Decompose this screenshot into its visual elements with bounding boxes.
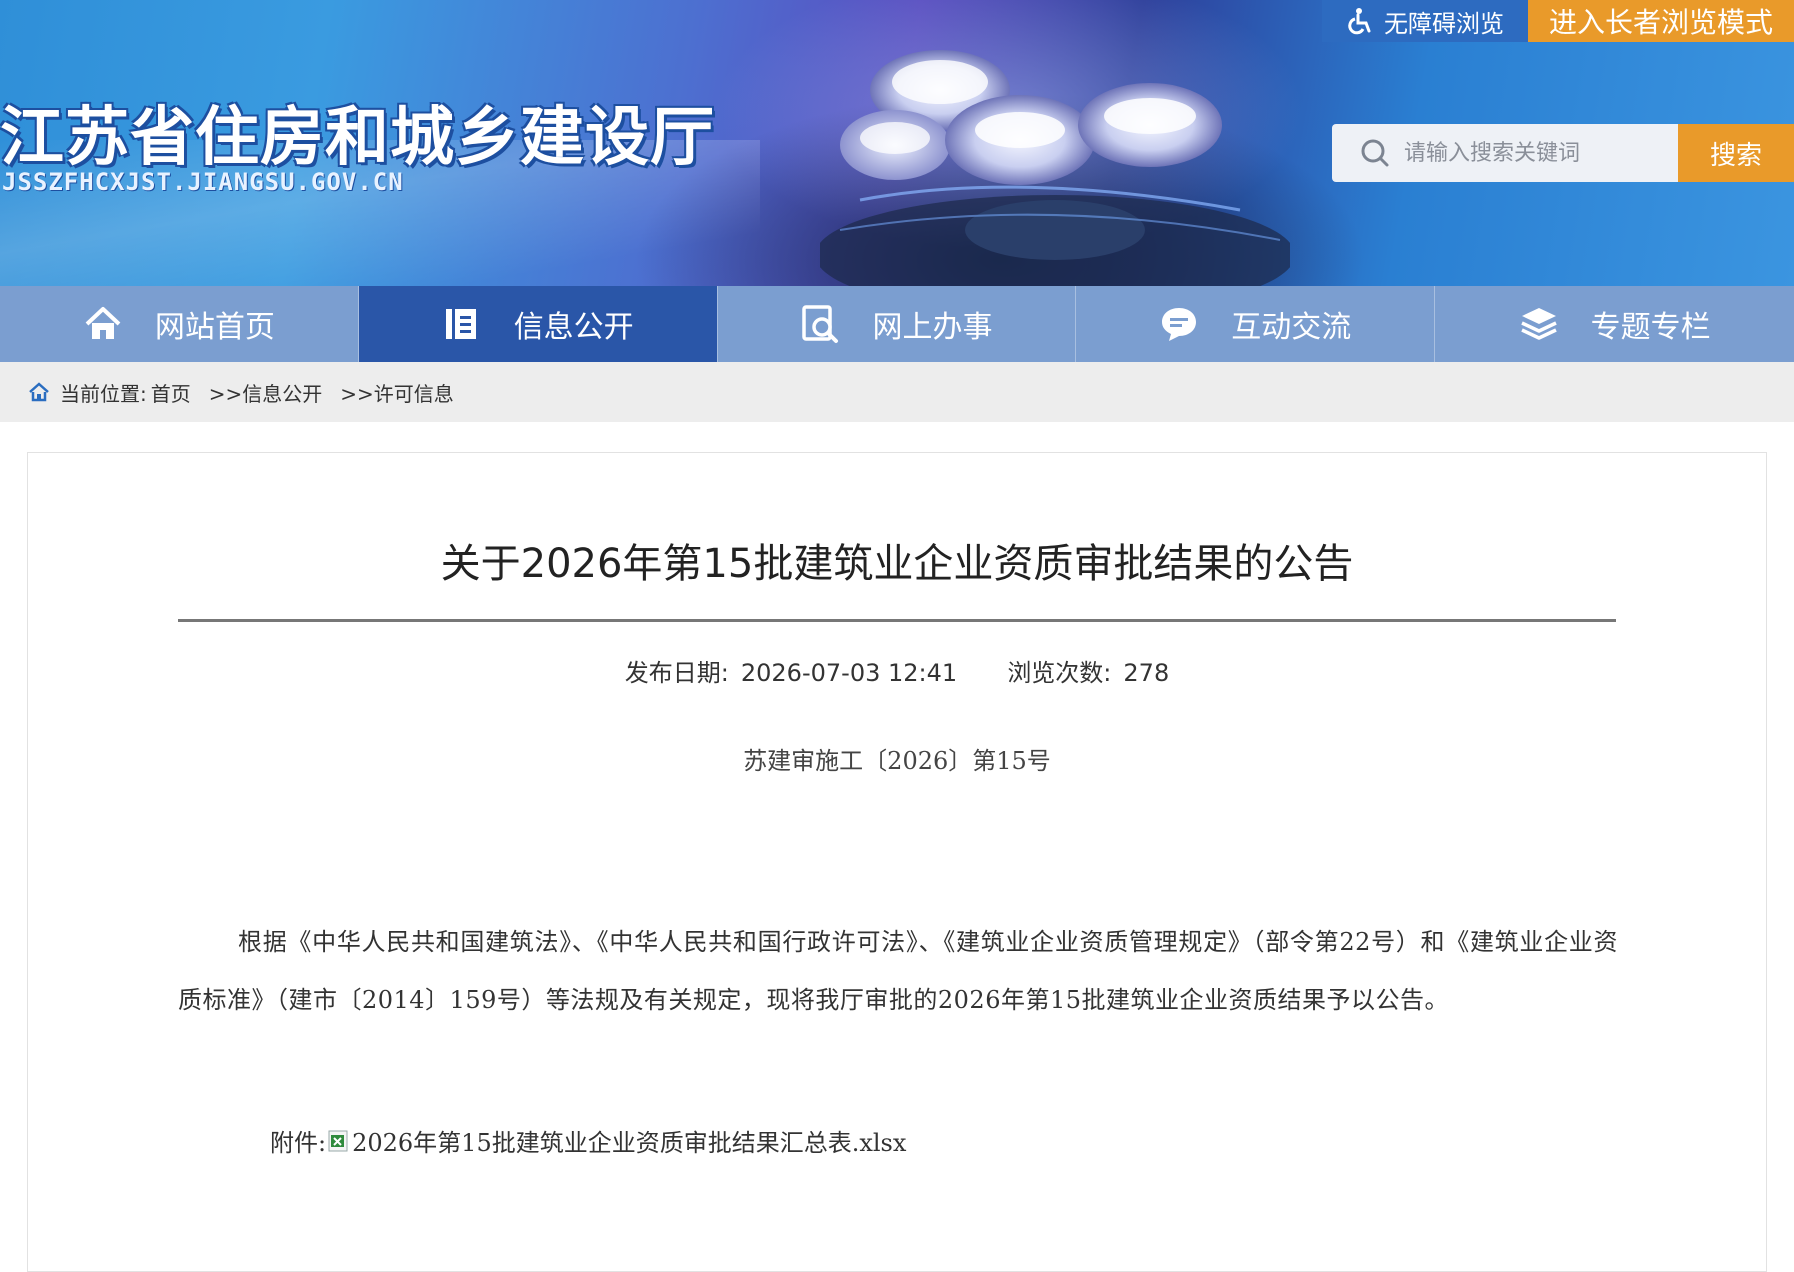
document-number: 苏建审施工〔2026〕第15号: [743, 747, 1051, 775]
search-field: [1332, 124, 1678, 182]
chat-icon: [1159, 304, 1199, 344]
elder-mode-link[interactable]: 进入长者浏览模式: [1528, 0, 1794, 42]
nav-item-home[interactable]: 网站首页: [0, 286, 359, 362]
header-banner: 江苏省住房和城乡建设厅 JSSZFHCXJST.JIANGSU.GOV.CN 无…: [0, 0, 1794, 286]
nav-item-info-disclosure[interactable]: 信息公开: [358, 286, 718, 362]
nav-item-interaction[interactable]: 互动交流: [1076, 286, 1436, 362]
publish-date-label: 发布日期:: [624, 659, 729, 687]
excel-file-icon: [328, 1130, 348, 1152]
layers-icon: [1519, 304, 1559, 344]
breadcrumb-license-info[interactable]: >>许可信息: [340, 378, 454, 407]
attachment-link[interactable]: 2026年第15批建筑业企业资质审批结果汇总表.xlsx: [352, 1123, 906, 1158]
nav-label-special-topics: 专题专栏: [1590, 310, 1711, 345]
search-icon: [1361, 139, 1389, 167]
breadcrumb: 当前位置: 首页 >>信息公开 >>许可信息: [0, 362, 1794, 422]
home-icon: [83, 304, 123, 344]
article-meta: 发布日期: 2026-07-03 12:41 浏览次数: 278: [28, 653, 1766, 688]
nav-label-info-disclosure: 信息公开: [513, 310, 634, 345]
main-nav: 网站首页 信息公开 网上办事 互动交流 专题专栏: [0, 286, 1794, 362]
top-links: 无障碍浏览 进入长者浏览模式: [1322, 0, 1794, 42]
wheelchair-icon: [1348, 8, 1371, 35]
document-icon: [442, 304, 482, 344]
site-title: 江苏省住房和城乡建设厅: [0, 101, 715, 175]
search-service-icon: [800, 304, 840, 344]
accessibility-label: 无障碍浏览: [1384, 9, 1504, 38]
nav-label-online-service: 网上办事: [872, 310, 993, 345]
attachment-row: 附件: 2026年第15批建筑业企业资质审批结果汇总表.xlsx: [270, 1123, 906, 1158]
breadcrumb-home[interactable]: 首页: [151, 378, 191, 407]
search-input[interactable]: [1402, 139, 1666, 167]
publish-date: 2026-07-03 12:41: [740, 659, 958, 687]
view-count: 278: [1123, 659, 1170, 687]
search-box: 搜索: [1332, 124, 1794, 182]
location-home-icon: [28, 382, 50, 402]
nav-label-home: 网站首页: [154, 310, 275, 345]
breadcrumb-prefix: 当前位置:: [60, 381, 147, 406]
accessibility-link[interactable]: 无障碍浏览: [1322, 0, 1528, 42]
nav-item-online-service[interactable]: 网上办事: [718, 286, 1077, 362]
nav-label-interaction: 互动交流: [1231, 310, 1352, 345]
nav-item-special-topics[interactable]: 专题专栏: [1435, 286, 1794, 362]
site-domain: JSSZFHCXJST.JIANGSU.GOV.CN: [2, 168, 404, 196]
breadcrumb-info-disclosure[interactable]: >>信息公开: [209, 378, 323, 407]
article-body: 根据《中华人民共和国建筑法》、《中华人民共和国行政许可法》、《建筑业企业资质管理…: [178, 928, 1618, 1014]
view-count-label: 浏览次数:: [1007, 659, 1112, 687]
article-title: 关于2026年第15批建筑业企业资质审批结果的公告: [440, 541, 1354, 587]
article-card: 关于2026年第15批建筑业企业资质审批结果的公告 发布日期: 2026-07-0…: [27, 452, 1767, 1272]
attachment-label: 附件:: [270, 1129, 327, 1157]
banner-stadium-image: [820, 50, 1290, 286]
title-divider: [178, 619, 1616, 622]
search-button[interactable]: 搜索: [1678, 124, 1794, 182]
